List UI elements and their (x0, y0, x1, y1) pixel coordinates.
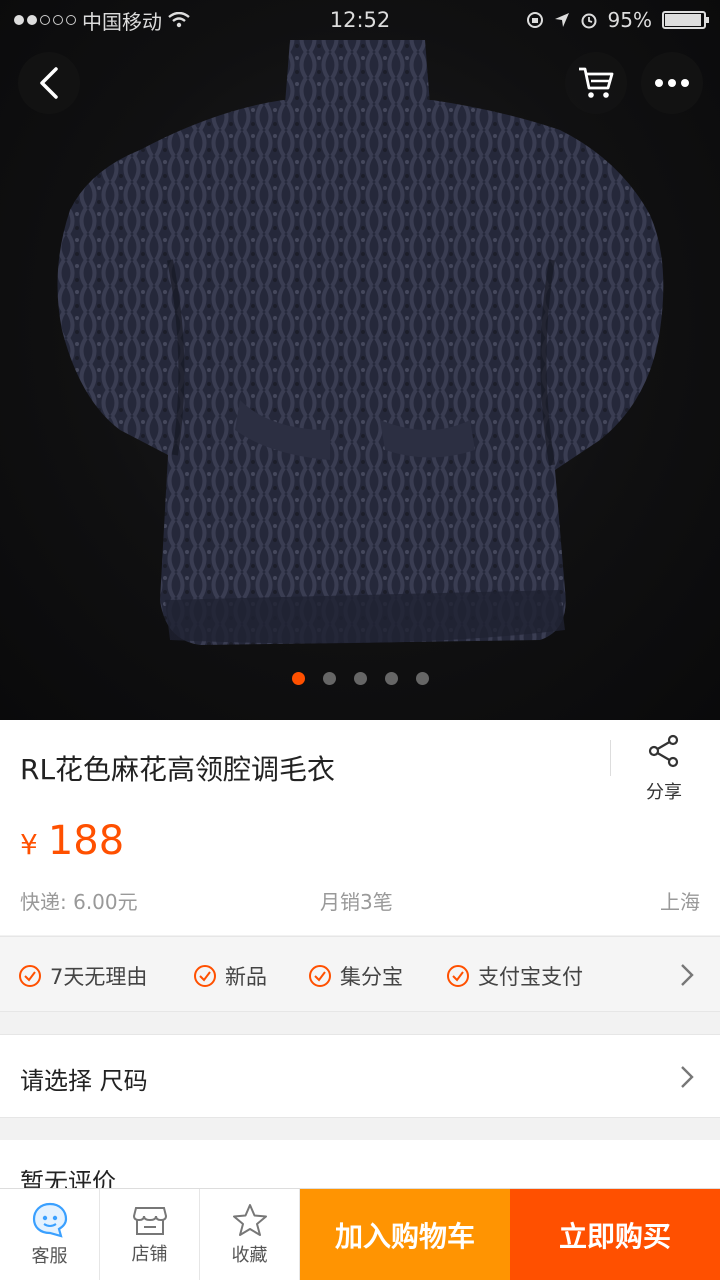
customer-service-button[interactable]: 客服 (0, 1189, 100, 1280)
product-price: ¥ 188 (20, 818, 124, 864)
favorite-label: 收藏 (231, 1245, 268, 1266)
shipping-fee: 快递: 6.00元 (20, 890, 138, 914)
store-icon (132, 1207, 167, 1235)
check-circle-icon (309, 965, 331, 987)
chevron-right-icon (681, 1066, 694, 1088)
pager-dot[interactable] (384, 672, 398, 685)
back-button[interactable] (18, 52, 80, 114)
star-icon (232, 1204, 267, 1236)
select-size-row[interactable]: 请选择 尺码 (0, 1034, 720, 1118)
service-guarantees[interactable]: 7天无理由 新品 集分宝 支付宝支付 (0, 936, 720, 1012)
price-value: 188 (47, 818, 125, 864)
chevron-right-icon (681, 964, 694, 986)
add-to-cart-button[interactable]: 加入购物车 (300, 1189, 510, 1280)
battery-icon (662, 11, 709, 29)
pager-dot[interactable] (353, 672, 367, 685)
more-button[interactable] (641, 52, 703, 114)
cart-icon (579, 67, 614, 98)
cart-button[interactable] (565, 52, 627, 114)
favorite-button[interactable]: 收藏 (200, 1189, 300, 1280)
currency-symbol: ¥ (20, 828, 38, 861)
status-bar: 中国移动 12:52 95% (0, 0, 720, 40)
check-circle-icon (19, 965, 41, 987)
service-label: 集分宝 (340, 965, 403, 989)
pager-dot[interactable] (415, 672, 429, 685)
store-button[interactable]: 店铺 (100, 1189, 200, 1280)
service-label: 新品 (225, 965, 267, 989)
service-label: 7天无理由 (50, 965, 148, 989)
service-item: 支付宝支付 (446, 961, 583, 991)
product-image-gallery[interactable]: 中国移动 12:52 95% (0, 0, 720, 720)
bottom-action-bar: 客服 店铺 收藏 加入购物车 立即购买 (0, 1188, 720, 1280)
pager-dot[interactable] (291, 672, 305, 685)
customer-service-label: 客服 (31, 1246, 68, 1267)
select-size-label: 请选择 尺码 (20, 1067, 148, 1095)
location-icon (554, 13, 569, 27)
share-button[interactable]: 分享 (632, 734, 696, 804)
service-item: 新品 (193, 961, 267, 991)
store-label: 店铺 (131, 1244, 168, 1265)
customer-service-icon (32, 1202, 67, 1238)
check-circle-icon (447, 965, 469, 987)
battery-percent: 95% (607, 8, 652, 32)
more-dots-icon (655, 79, 689, 87)
check-circle-icon (194, 965, 216, 987)
chevron-left-icon (40, 67, 58, 99)
buy-now-button[interactable]: 立即购买 (510, 1189, 720, 1280)
service-label: 支付宝支付 (478, 965, 583, 989)
seller-location: 上海 (660, 890, 700, 914)
product-title: RL花色麻花高领腔调毛衣 (20, 753, 336, 786)
orientation-lock-icon (526, 12, 543, 28)
alarm-icon (581, 13, 597, 29)
pager-dot[interactable] (322, 672, 336, 685)
divider (610, 740, 611, 776)
share-icon (648, 734, 679, 768)
service-item: 集分宝 (308, 961, 403, 991)
monthly-sales: 月销3笔 (320, 890, 393, 914)
service-item: 7天无理由 (18, 961, 147, 991)
image-pager[interactable] (0, 672, 720, 685)
share-label: 分享 (646, 782, 682, 803)
